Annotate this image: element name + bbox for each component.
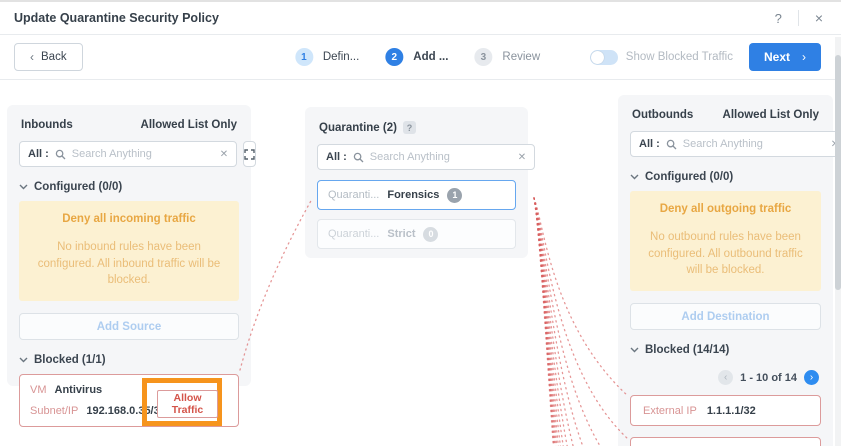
quarantine-title: Quarantine (2) <box>319 122 397 134</box>
inbounds-configured-label: Configured (0/0) <box>34 181 122 193</box>
blocked-source-name: Antivirus <box>55 384 103 396</box>
quarantine-search-input[interactable] <box>370 151 512 163</box>
outbounds-deny-warning: Deny all outgoing traffic No outbound ru… <box>630 191 821 291</box>
wizard-toolbar: ‹ Back 1 Defin... 2 Add ... 3 Review Sho… <box>0 35 835 80</box>
inbounds-title: Inbounds <box>21 119 73 131</box>
show-blocked-traffic-label: Show Blocked Traffic <box>626 51 733 63</box>
step-1-indicator: 1 <box>295 48 313 66</box>
inbounds-search-box: All : ✕ <box>19 141 237 167</box>
outbounds-blocked-section-header[interactable]: Blocked (14/14) <box>628 340 823 364</box>
outbounds-search-input[interactable] <box>683 138 825 150</box>
show-blocked-traffic-toggle[interactable] <box>590 50 618 65</box>
quarantine-search-clear-icon[interactable]: ✕ <box>518 152 526 163</box>
outbounds-warning-title: Deny all outgoing traffic <box>640 203 811 215</box>
allow-traffic-button[interactable]: Allow Traffic <box>157 390 218 418</box>
inbounds-blocked-label: Blocked (1/1) <box>34 354 106 366</box>
show-blocked-traffic-toggle-group: Show Blocked Traffic <box>590 50 733 65</box>
dialog-title: Update Quarantine Security Policy <box>14 11 219 25</box>
close-icon[interactable]: × <box>811 10 827 26</box>
vertical-scrollbar[interactable] <box>835 37 841 446</box>
quarantine-card-forensics[interactable]: Quaranti... Forensics 1 <box>317 180 516 210</box>
outbounds-configured-section-header[interactable]: Configured (0/0) <box>628 167 823 191</box>
quarantine-panel: Quarantine (2) ? All : ✕ Quaranti... For… <box>305 107 528 258</box>
blocked-destination-value: 1.1.1.1/32 <box>707 405 756 417</box>
inbounds-mode-label: Allowed List Only <box>141 119 237 131</box>
quarantine-filter-dropdown[interactable]: All : <box>326 151 347 163</box>
header-divider <box>798 10 799 26</box>
blocked-source-type: VM <box>30 384 47 396</box>
chevron-left-icon: ‹ <box>30 50 34 64</box>
inbounds-deny-warning: Deny all incoming traffic No inbound rul… <box>19 201 239 301</box>
next-button-label: Next <box>764 50 790 64</box>
update-quarantine-policy-dialog: Update Quarantine Security Policy ? × ‹ … <box>0 0 841 446</box>
outbounds-mode-label: Allowed List Only <box>723 109 819 121</box>
chevron-down-icon <box>630 174 639 180</box>
back-button[interactable]: ‹ Back <box>14 43 83 71</box>
outbounds-panel: Outbounds Allowed List Only All : ✕ Conf… <box>618 95 833 446</box>
scrollbar-thumb[interactable] <box>835 55 841 290</box>
blocked-destination-card[interactable]: External IP 13.107.42.16/32 <box>630 437 821 446</box>
inbounds-blocked-section-header[interactable]: Blocked (1/1) <box>17 350 241 374</box>
outbounds-blocked-label: Blocked (14/14) <box>645 344 729 356</box>
step-add[interactable]: 2 Add ... <box>385 48 448 66</box>
quarantine-card-count-badge: 1 <box>447 188 462 203</box>
step-2-label: Add ... <box>413 51 448 63</box>
annotation-highlight-box: Allow Traffic <box>142 378 222 426</box>
pagination-next-icon[interactable]: › <box>804 370 819 385</box>
step-1-label: Defin... <box>323 51 359 63</box>
add-source-button[interactable]: Add Source <box>19 313 239 340</box>
quarantine-card-name: Strict <box>387 228 415 240</box>
inbounds-warning-body: No inbound rules have been configured. A… <box>29 239 229 289</box>
outbounds-search-box: All : ✕ <box>630 131 841 157</box>
quarantine-help-icon[interactable]: ? <box>403 121 416 134</box>
outbounds-filter-dropdown[interactable]: All : <box>639 138 660 150</box>
chevron-down-icon <box>19 357 28 363</box>
pagination-prev-icon[interactable]: ‹ <box>718 370 733 385</box>
step-review[interactable]: 3 Review <box>474 48 540 66</box>
step-define[interactable]: 1 Defin... <box>295 48 359 66</box>
blocked-destination-type: External IP <box>643 405 697 417</box>
chevron-down-icon <box>19 184 28 190</box>
outbounds-title: Outbounds <box>632 109 693 121</box>
pagination-range-label: 1 - 10 of 14 <box>740 372 797 384</box>
quarantine-card-count-badge: 0 <box>423 227 438 242</box>
outbounds-warning-body: No outbound rules have been configured. … <box>640 229 811 279</box>
inbounds-search-input[interactable] <box>72 148 214 160</box>
inbounds-panel: Inbounds Allowed List Only All : ✕ Confi… <box>7 105 251 386</box>
outbounds-pagination: ‹ 1 - 10 of 14 › <box>628 364 823 395</box>
chevron-right-icon: › <box>802 50 806 64</box>
blocked-destination-card[interactable]: External IP 1.1.1.1/32 <box>630 395 821 426</box>
inbounds-configured-section-header[interactable]: Configured (0/0) <box>17 177 241 201</box>
search-icon <box>666 139 677 150</box>
step-3-indicator: 3 <box>474 48 492 66</box>
search-icon <box>353 152 364 163</box>
quarantine-search-box: All : ✕ <box>317 144 535 170</box>
quarantine-card-prefix: Quaranti... <box>328 189 379 201</box>
chevron-down-icon <box>630 347 639 353</box>
quarantine-card-prefix: Quaranti... <box>328 228 379 240</box>
inbounds-filter-dropdown[interactable]: All : <box>28 148 49 160</box>
outbounds-configured-label: Configured (0/0) <box>645 171 733 183</box>
blocked-source-subnet-label: Subnet/IP <box>30 405 78 417</box>
quarantine-card-name: Forensics <box>387 189 439 201</box>
help-icon[interactable]: ? <box>771 11 786 26</box>
inbounds-expand-icon[interactable] <box>243 141 256 167</box>
step-3-label: Review <box>502 51 540 63</box>
quarantine-card-strict[interactable]: Quaranti... Strict 0 <box>317 219 516 249</box>
add-destination-button[interactable]: Add Destination <box>630 303 821 330</box>
back-button-label: Back <box>41 51 67 63</box>
next-button[interactable]: Next › <box>749 43 821 71</box>
inbounds-warning-title: Deny all incoming traffic <box>29 213 229 225</box>
search-icon <box>55 149 66 160</box>
inbounds-search-clear-icon[interactable]: ✕ <box>220 149 228 160</box>
step-2-indicator: 2 <box>385 48 403 66</box>
dialog-header: Update Quarantine Security Policy ? × <box>0 2 841 35</box>
wizard-steps: 1 Defin... 2 Add ... 3 Review <box>295 48 540 66</box>
